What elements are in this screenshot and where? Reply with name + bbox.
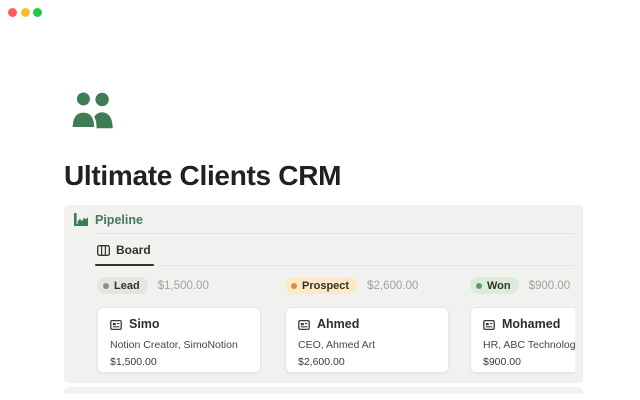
active-tab-underline	[95, 264, 154, 266]
card-title: Ahmed	[317, 317, 359, 331]
card-subtitle: HR, ABC Technology	[483, 339, 575, 351]
status-dot	[103, 283, 109, 289]
status-dot	[291, 283, 297, 289]
column-total: $1,500.00	[158, 280, 209, 292]
status-dot	[476, 283, 482, 289]
zoom-button[interactable]	[33, 8, 42, 17]
status-badge-prospect[interactable]: Prospect	[285, 277, 357, 294]
status-label: Prospect	[302, 280, 349, 292]
tab-board[interactable]: Board	[95, 237, 154, 265]
column-header: Prospect $2,600.00	[285, 277, 449, 294]
board-icon	[97, 245, 110, 256]
contact-page-icon	[483, 318, 495, 330]
card-amount: $2,600.00	[298, 356, 345, 368]
card-ahmed[interactable]: Ahmed CEO, Ahmed Art $2,600.00	[285, 307, 449, 373]
column-total: $900.00	[529, 280, 571, 292]
status-label: Lead	[114, 280, 140, 292]
pipeline-panel: Pipeline Board Lead $1,500.00	[64, 205, 583, 383]
column-total: $2,600.00	[367, 280, 418, 292]
card-subtitle: Notion Creator, SimoNotion	[110, 339, 238, 351]
minimize-button[interactable]	[21, 8, 30, 17]
pipeline-title-link[interactable]: Pipeline	[95, 213, 143, 227]
status-label: Won	[487, 280, 511, 292]
close-button[interactable]	[8, 8, 17, 17]
column-header: Won $900.00	[470, 277, 575, 294]
card-amount: $900.00	[483, 356, 521, 368]
contact-page-icon	[298, 318, 310, 330]
board-column-won: Won $900.00 Mohamed HR, A	[470, 269, 575, 373]
tab-board-label: Board	[116, 243, 151, 257]
people-icon[interactable]	[70, 88, 116, 132]
kanban-board: Lead $1,500.00 Simo Notio	[64, 269, 575, 381]
view-tabs: Board	[95, 237, 575, 266]
next-section-strip	[64, 387, 583, 394]
board-column-lead: Lead $1,500.00 Simo Notio	[97, 269, 261, 373]
status-badge-lead[interactable]: Lead	[97, 277, 148, 294]
board-column-prospect: Prospect $2,600.00 Ahmed	[285, 269, 449, 373]
card-title: Mohamed	[502, 317, 560, 331]
bar-chart-icon	[74, 213, 88, 226]
window-controls	[8, 8, 42, 17]
card-title: Simo	[129, 317, 160, 331]
card-amount: $1,500.00	[110, 356, 157, 368]
column-header: Lead $1,500.00	[97, 277, 261, 294]
header-divider	[95, 233, 575, 234]
pipeline-header: Pipeline	[64, 212, 583, 230]
card-mohamed[interactable]: Mohamed HR, ABC Technology $900.00	[470, 307, 575, 373]
card-subtitle: CEO, Ahmed Art	[298, 339, 375, 351]
status-badge-won[interactable]: Won	[470, 277, 519, 294]
card-simo[interactable]: Simo Notion Creator, SimoNotion $1,500.0…	[97, 307, 261, 373]
page-title: Ultimate Clients CRM	[64, 160, 341, 192]
contact-page-icon	[110, 318, 122, 330]
